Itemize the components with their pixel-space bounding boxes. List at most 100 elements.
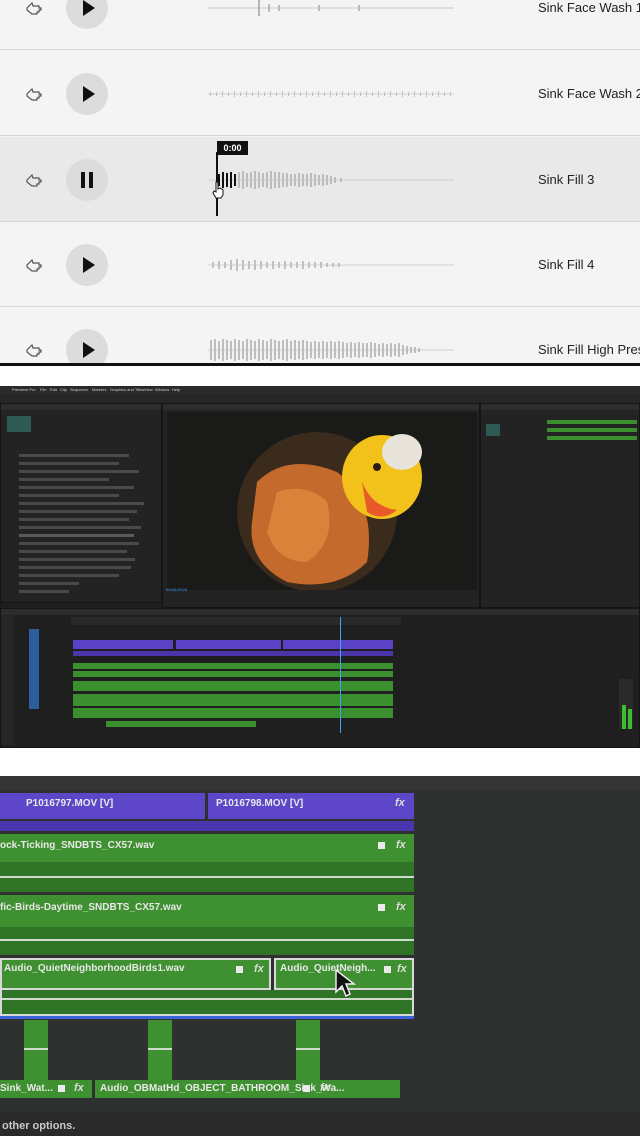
fx-badge[interactable]: fx <box>396 839 406 851</box>
bin-row[interactable] <box>19 494 119 497</box>
audio-clip[interactable] <box>73 681 393 691</box>
bin-row[interactable] <box>19 526 141 529</box>
audio-clip[interactable] <box>24 1020 48 1082</box>
favorite-hand-icon[interactable] <box>24 84 44 104</box>
program-timecode: 00;00;28;04 <box>166 587 188 592</box>
sound-row[interactable]: Sink Fill 3 <box>0 137 640 222</box>
video-clip[interactable] <box>176 640 281 649</box>
project-panel <box>0 403 162 603</box>
bin-row[interactable] <box>19 478 109 481</box>
bin-row[interactable] <box>19 470 139 473</box>
menu-item[interactable]: Graphics and Titles <box>110 386 144 394</box>
menu-item[interactable]: Premiere Pro <box>12 386 36 394</box>
volume-line[interactable] <box>2 998 412 1000</box>
video-clip[interactable] <box>73 640 173 649</box>
play-icon <box>83 0 95 16</box>
volume-line[interactable] <box>0 876 414 878</box>
bin-row[interactable] <box>19 574 119 577</box>
bin-row[interactable] <box>19 582 79 585</box>
favorite-hand-icon[interactable] <box>24 0 44 18</box>
zoomed-timeline: P1016797.MOV [V] P1016798.MOV [V] fx ock… <box>0 776 640 1136</box>
waveform[interactable] <box>208 73 454 115</box>
sound-name: Sink Fill 4 <box>538 257 595 272</box>
audio-clip-label: fic-Birds-Daytime_SNDBTS_CX57.wav <box>0 902 182 913</box>
bin-row[interactable] <box>19 566 131 569</box>
play-icon <box>83 342 95 358</box>
waveform[interactable] <box>208 0 454 29</box>
hand-cursor-icon <box>212 181 224 199</box>
bin-row[interactable] <box>19 510 137 513</box>
menu-item[interactable]: File <box>40 386 46 394</box>
sound-row[interactable]: Sink Face Wash 1 <box>0 0 640 50</box>
panel-tabs[interactable] <box>1 609 639 615</box>
audio-clip[interactable] <box>148 1020 172 1082</box>
menu-item[interactable]: Window <box>155 386 169 394</box>
volume-line[interactable] <box>0 939 414 941</box>
track-targets[interactable] <box>29 629 39 709</box>
fx-badge[interactable]: fx <box>395 797 405 809</box>
play-button[interactable] <box>66 329 108 366</box>
bin-row[interactable] <box>19 590 69 593</box>
bin-row[interactable] <box>19 550 127 553</box>
panel-tabs[interactable] <box>481 404 639 410</box>
bin-row[interactable] <box>19 542 139 545</box>
favorite-hand-icon[interactable] <box>24 340 44 360</box>
menu-item[interactable]: Help <box>172 386 180 394</box>
bin-row[interactable] <box>19 518 129 521</box>
clip-marker-icon <box>378 904 385 911</box>
menu-item[interactable]: Edit <box>50 386 57 394</box>
video-clip[interactable] <box>283 640 393 649</box>
favorite-hand-icon[interactable] <box>24 170 44 190</box>
pause-icon <box>81 172 93 188</box>
workspace-tabs <box>0 394 640 403</box>
audio-clip[interactable] <box>73 671 393 677</box>
pause-button[interactable] <box>66 159 108 201</box>
audio-clip-label: Audio_QuietNeighborhoodBirds1.wav <box>4 963 185 974</box>
audio-clip-waveform <box>0 927 414 955</box>
timeline-playhead[interactable] <box>340 617 341 733</box>
waveform[interactable] <box>208 244 454 286</box>
menu-item[interactable]: Sequence <box>70 386 88 394</box>
favorite-hand-icon[interactable] <box>24 255 44 275</box>
time-ruler[interactable] <box>71 617 401 625</box>
play-icon <box>83 257 95 273</box>
panel-tabs[interactable] <box>163 404 479 410</box>
sound-row[interactable]: Sink Fill High Press <box>0 307 640 366</box>
menu-item[interactable]: Markers <box>92 386 106 394</box>
fx-badge[interactable]: fx <box>396 901 406 913</box>
fx-badge[interactable]: fx <box>397 963 407 975</box>
bin-row[interactable] <box>19 462 119 465</box>
fx-badge[interactable]: fx <box>254 963 264 975</box>
bin-row-selected[interactable] <box>19 534 134 537</box>
sound-row[interactable]: Sink Fill 4 <box>0 222 640 307</box>
bin-row[interactable] <box>19 486 134 489</box>
status-hint: other options. <box>2 1120 76 1132</box>
menu-item[interactable]: Clip <box>60 386 67 394</box>
bin-row[interactable] <box>19 454 129 457</box>
time-tooltip: 0:00 <box>217 141 248 155</box>
bin-row[interactable] <box>19 558 135 561</box>
audio-clip[interactable] <box>106 721 256 727</box>
fx-badge[interactable]: fx <box>320 1082 330 1094</box>
menu-item[interactable]: View <box>144 386 153 394</box>
section-divider <box>0 363 640 366</box>
play-button[interactable] <box>66 73 108 115</box>
waveform[interactable] <box>208 329 454 366</box>
clip-marker-icon <box>378 842 385 849</box>
audio-clip[interactable] <box>296 1020 320 1082</box>
waveform[interactable] <box>208 159 454 201</box>
sound-row[interactable]: Sink Face Wash 2 <box>0 51 640 136</box>
audio-clip[interactable] <box>73 663 393 669</box>
fx-badge[interactable]: fx <box>74 1082 84 1094</box>
timeline-panel <box>0 608 640 748</box>
sound-name: Sink Face Wash 1 <box>538 0 640 15</box>
panel-tabs[interactable] <box>1 404 161 410</box>
video-clip[interactable] <box>0 821 414 831</box>
audio-clip[interactable] <box>73 708 393 718</box>
video-clip[interactable] <box>73 651 393 656</box>
audio-clip[interactable] <box>73 694 393 706</box>
play-button[interactable] <box>66 0 108 29</box>
play-icon <box>83 86 95 102</box>
bin-row[interactable] <box>19 502 144 505</box>
play-button[interactable] <box>66 244 108 286</box>
